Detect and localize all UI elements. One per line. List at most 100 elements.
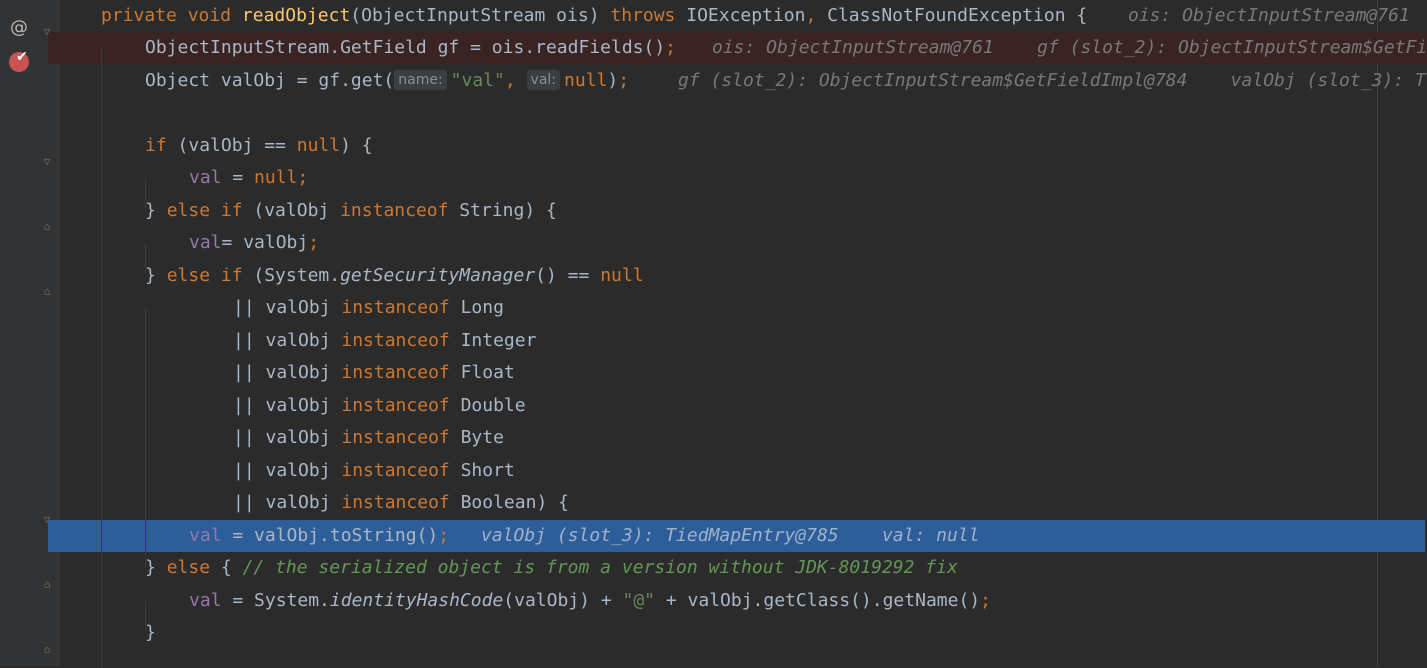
code-text: val = null; [189,162,308,194]
code-token: Float [449,362,515,383]
code-token: instanceof [341,362,450,383]
code-token: if [145,135,167,156]
code-token: Double [449,395,526,416]
code-line[interactable]: || valObj instanceof Integer [0,325,1427,357]
indent-guide [145,308,146,568]
debugger-inline-values: valObj (slot_3): TiedMapEntry@785 val: n… [481,525,980,546]
code-token: || valObj [233,330,342,351]
code-token: ; [980,590,991,611]
code-line[interactable] [0,97,1427,129]
code-token: identityHashCode [329,590,504,611]
code-token: Short [449,460,515,481]
code-token: (valObj == [166,135,297,156]
code-token: else if [166,200,243,221]
parameter-hint: name: [394,70,447,90]
code-line[interactable]: val= valObj; [0,227,1427,259]
code-line[interactable]: ObjectInputStream.GetField gf = ois.read… [48,32,1427,64]
code-line[interactable]: } else if (valObj instanceof String) { [0,195,1427,227]
code-text: || valObj instanceof Boolean) { [233,487,569,519]
code-text: val= valObj; [189,227,319,259]
code-token: val [189,167,222,188]
code-token: instanceof [341,427,450,448]
debugger-inline-values: ois: ObjectInputStream@761 [1128,5,1410,26]
code-token: } [145,265,167,286]
fold-marker-icon[interactable]: ▽ [40,26,54,38]
code-token: getSecurityManager [340,265,536,286]
fold-marker-icon[interactable]: ▽ [40,514,54,526]
code-line[interactable]: if (valObj == null) { [0,130,1427,162]
code-token: (ObjectInputStream ois) [350,5,611,26]
code-token: instanceof [341,492,450,513]
code-token: || valObj [233,460,342,481]
code-token: () == [535,265,601,286]
code-token: ) [607,70,619,91]
code-token: Byte [449,427,504,448]
fold-marker-icon[interactable]: ⌂ [40,221,54,233]
code-line[interactable]: || valObj instanceof Float [0,357,1427,389]
code-text: || valObj instanceof Double [233,390,526,422]
code-token: private [101,5,177,26]
code-token: Object valObj = gf.get( [145,70,395,91]
code-token: instanceof [340,200,449,221]
code-line[interactable]: val = null; [0,162,1427,194]
code-token: || valObj [233,297,342,318]
code-token: (valObj [242,200,341,221]
code-token: = valObj [221,232,309,253]
code-token: (valObj) + [503,590,623,611]
code-token: instanceof [341,297,450,318]
fold-marker-icon[interactable]: ▽ [40,156,54,168]
code-token: null; [254,167,309,188]
code-token: // the serialized object is from a versi… [242,557,958,578]
code-line[interactable]: val = valObj.toString(); valObj (slot_3):… [48,520,1425,552]
code-token: else [166,557,211,578]
code-token: instanceof [341,330,450,351]
code-token: || valObj [233,395,342,416]
code-line[interactable]: || valObj instanceof Long [0,292,1427,324]
fold-marker-icon[interactable]: ⌂ [40,286,54,298]
code-token: ) { [340,135,373,156]
code-line[interactable]: } else if (System.getSecurityManager() =… [0,260,1427,292]
code-text: } else if (valObj instanceof String) { [145,195,557,227]
code-line[interactable]: private void readObject(ObjectInputStrea… [0,0,1427,32]
code-token: { [210,557,243,578]
code-text: val = System.identityHashCode(valObj) + … [189,585,991,617]
code-token: String) { [448,200,557,221]
code-editor[interactable]: private void readObject(ObjectInputStrea… [0,0,1427,666]
code-line[interactable]: || valObj instanceof Short [0,455,1427,487]
code-text: || valObj instanceof Short [233,455,515,487]
code-token: readObject [241,5,351,26]
code-line[interactable]: Object valObj = gf.get(name: "val", val: n… [0,65,1427,97]
code-line[interactable]: || valObj instanceof Byte [0,422,1427,454]
code-token: throws [610,5,676,26]
code-text: } else { // the serialized object is fro… [145,552,958,584]
code-line[interactable]: || valObj instanceof Boolean) { [0,487,1427,519]
code-line[interactable]: val = System.identityHashCode(valObj) + … [0,585,1427,617]
fold-marker-icon[interactable]: ⌂ [40,644,54,656]
code-token: ClassNotFoundException { [816,5,1088,26]
code-token: ; [438,525,450,546]
code-token: } [145,200,167,221]
code-line[interactable]: || valObj instanceof Double [0,390,1427,422]
fold-marker-icon[interactable]: ⌂ [40,579,54,591]
code-token: } [145,622,156,643]
code-text: ObjectInputStream.GetField gf = ois.read… [145,32,676,64]
code-token: "@" [622,590,656,611]
code-line[interactable]: } [0,617,1427,649]
code-text: private void readObject(ObjectInputStrea… [101,0,1087,32]
code-token: = [221,167,255,188]
code-text: val = valObj.toString(); [189,520,449,552]
code-text: || valObj instanceof Float [233,357,515,389]
code-token: || valObj [233,427,342,448]
code-text: Object valObj = gf.get(name: "val", val: n… [145,65,629,97]
code-text: } [145,617,156,649]
code-text: || valObj instanceof Integer [233,325,536,357]
indent-guide [101,48,102,668]
code-token: else if [166,265,243,286]
code-token: "val" [450,70,505,91]
code-token: ; [665,37,677,58]
code-token: Boolean) { [449,492,569,513]
code-line[interactable]: } else { // the serialized object is fro… [0,552,1427,584]
